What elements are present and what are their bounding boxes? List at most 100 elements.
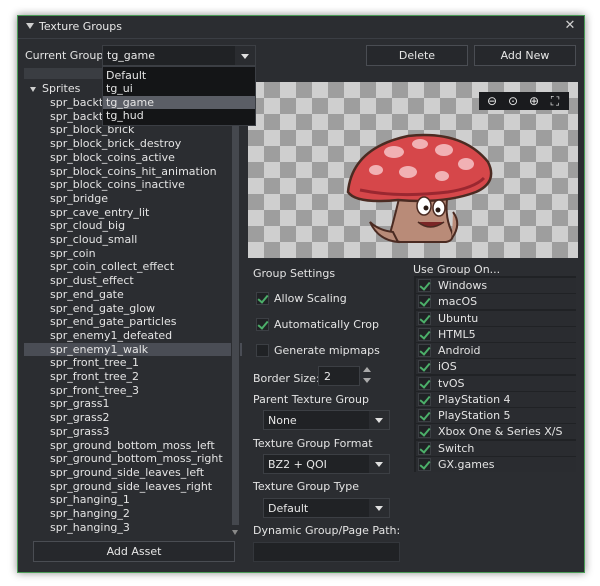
- tree-item[interactable]: spr_block_brick_destroy: [24, 137, 181, 150]
- tree-item[interactable]: spr_cloud_small: [24, 233, 137, 246]
- platform-row[interactable]: macOS: [416, 294, 576, 310]
- platform-row[interactable]: GX.games: [416, 456, 576, 472]
- tree-item[interactable]: spr_ground_side_leaves_left: [24, 466, 204, 479]
- platform-row[interactable]: iOS: [416, 359, 576, 375]
- tree-item[interactable]: spr_end_gate: [24, 288, 124, 301]
- tree-item-label: spr_front_tree_2: [50, 370, 140, 383]
- tree-item[interactable]: spr_bridge: [24, 192, 108, 205]
- group-option-tg-hud[interactable]: tg_hud: [103, 109, 255, 122]
- platform-row[interactable]: Ubuntu: [416, 310, 576, 326]
- platform-row[interactable]: PlayStation 4: [416, 391, 576, 407]
- tree-item[interactable]: spr_ground_bottom_moss_right: [24, 452, 223, 465]
- allow-scaling-checkbox[interactable]: [256, 292, 269, 305]
- dynamic-path-input[interactable]: [253, 542, 400, 562]
- border-size-input[interactable]: 2: [318, 366, 360, 386]
- tree-item-label: spr_hanging_3: [50, 520, 130, 534]
- tree-item[interactable]: spr_ground_bottom_moss_left: [24, 439, 215, 452]
- tree-item[interactable]: spr_grass2: [24, 411, 109, 424]
- group-option-default[interactable]: Default: [103, 69, 255, 82]
- type-label: Texture Group Type: [253, 480, 360, 493]
- tree-item-label: spr_coin_collect_effect: [50, 260, 175, 274]
- group-option-tg-ui[interactable]: tg_ui: [103, 82, 255, 95]
- tree-item[interactable]: spr_coin: [24, 247, 96, 260]
- tree-item[interactable]: spr_cloud_big: [24, 219, 125, 232]
- platform-checkbox[interactable]: [418, 392, 431, 406]
- platform-checkbox[interactable]: [418, 344, 431, 357]
- generate-mipmaps-checkbox[interactable]: [256, 344, 269, 357]
- platform-checkbox[interactable]: [418, 311, 431, 325]
- platform-row[interactable]: Windows: [416, 278, 576, 293]
- platform-row[interactable]: tvOS: [416, 375, 576, 391]
- tree-item[interactable]: spr_block_coins_inactive: [24, 178, 185, 191]
- close-icon[interactable]: ✕: [563, 19, 577, 33]
- platform-checkbox[interactable]: [418, 360, 431, 374]
- platform-checkbox[interactable]: [418, 327, 431, 341]
- platform-checkbox[interactable]: [418, 279, 431, 292]
- tree-item[interactable]: spr_end_gate_particles: [24, 315, 176, 328]
- tree-item[interactable]: spr_hanging_1: [24, 493, 130, 506]
- tree-item[interactable]: spr_front_tree_1: [24, 356, 139, 369]
- platform-row[interactable]: Xbox One & Series X/S: [416, 424, 576, 440]
- platform-label: PlayStation 4: [438, 392, 511, 406]
- expand-arrow-icon[interactable]: [30, 86, 36, 92]
- chevron-down-icon[interactable]: [369, 499, 389, 517]
- platform-label: Ubuntu: [438, 311, 479, 325]
- tree-item[interactable]: spr_front_tree_3: [24, 384, 139, 397]
- delete-button[interactable]: Delete: [366, 45, 468, 66]
- tree-item-label: spr_ground_side_leaves_right: [50, 479, 213, 493]
- zoom-out-icon[interactable]: ⊖: [484, 93, 500, 109]
- tree-item[interactable]: spr_front_tree_2: [24, 370, 139, 383]
- tree-item[interactable]: spr_coin_collect_effect: [24, 260, 174, 273]
- current-group-select[interactable]: tg_game: [102, 45, 256, 66]
- platform-checkbox[interactable]: [418, 425, 431, 439]
- tree-item-label: spr_block_coins_active: [50, 150, 175, 164]
- platform-row[interactable]: Android: [416, 343, 576, 358]
- zoom-reset-icon[interactable]: ⊙: [505, 93, 521, 109]
- tree-item[interactable]: spr_block_coins_active: [24, 151, 175, 164]
- type-select[interactable]: Default: [263, 498, 390, 518]
- automatically-crop-checkbox[interactable]: [256, 318, 269, 331]
- scrollbar-thumb[interactable]: [232, 82, 239, 525]
- format-select[interactable]: BZ2 + QOI: [263, 454, 390, 474]
- tree-scrollbar[interactable]: [231, 82, 240, 535]
- tree-item[interactable]: spr_ground_side_leaves_right: [24, 480, 212, 493]
- fullscreen-icon[interactable]: ⛶: [547, 93, 563, 109]
- platform-checkbox[interactable]: [418, 376, 431, 390]
- tree-item[interactable]: spr_enemy1_walk: [24, 342, 242, 356]
- tree-item[interactable]: spr_enemy1_defeated: [24, 329, 172, 342]
- tree-item-label: spr_grass3: [50, 424, 110, 438]
- platform-checkbox[interactable]: [418, 295, 431, 309]
- platform-checkbox[interactable]: [418, 457, 431, 471]
- chevron-down-icon[interactable]: [369, 455, 389, 473]
- platform-checkbox[interactable]: [418, 409, 431, 422]
- platform-row[interactable]: Switch: [416, 440, 576, 456]
- collapse-icon[interactable]: [26, 23, 34, 29]
- platform-row[interactable]: PlayStation 5: [416, 408, 576, 423]
- tree-item[interactable]: spr_hanging_2: [24, 507, 130, 520]
- asset-tree[interactable]: Sprites spr_backtrees_l spr_backtrees_r sp…: [24, 82, 242, 535]
- title-bar[interactable]: Texture Groups ✕: [18, 16, 584, 39]
- decrement-icon[interactable]: [363, 378, 371, 383]
- tree-item[interactable]: spr_cave_entry_lit: [24, 206, 149, 219]
- tree-item[interactable]: spr_dust_effect: [24, 274, 134, 287]
- chevron-down-icon[interactable]: [369, 411, 389, 429]
- platform-checkbox[interactable]: [418, 441, 431, 455]
- tree-item[interactable]: spr_grass3: [24, 425, 109, 438]
- group-option-tg-game[interactable]: tg_game: [103, 96, 255, 109]
- tree-item[interactable]: spr_hanging_3: [24, 521, 130, 534]
- chevron-down-icon[interactable]: [235, 46, 255, 65]
- scroll-down-icon[interactable]: [232, 530, 238, 535]
- zoom-in-icon[interactable]: ⊕: [526, 93, 542, 109]
- add-asset-button[interactable]: Add Asset: [33, 541, 235, 562]
- parent-group-select[interactable]: None: [263, 410, 390, 430]
- increment-icon[interactable]: [363, 367, 371, 372]
- border-size-stepper[interactable]: [362, 366, 372, 386]
- tree-item[interactable]: spr_block_coins_hit_animation: [24, 165, 217, 178]
- tree-item[interactable]: spr_grass1: [24, 397, 109, 410]
- type-value: Default: [268, 502, 309, 515]
- group-dropdown-list[interactable]: Default tg_ui tg_game tg_hud: [102, 66, 256, 126]
- tree-item[interactable]: spr_end_gate_glow: [24, 302, 155, 315]
- platform-row[interactable]: HTML5: [416, 326, 576, 342]
- tree-root-sprites[interactable]: Sprites: [30, 82, 80, 95]
- add-new-button[interactable]: Add New: [474, 45, 576, 66]
